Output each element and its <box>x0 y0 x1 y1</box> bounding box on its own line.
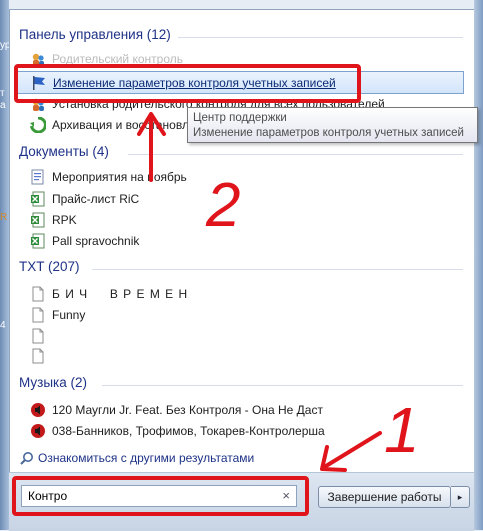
tooltip: Центр поддержки Изменение параметров кон… <box>187 107 478 143</box>
excel-icon <box>30 191 46 207</box>
result-item-document[interactable]: Прайс-лист RiC <box>16 189 464 209</box>
clear-search-icon[interactable]: × <box>282 488 290 503</box>
search-input-value: Контро <box>28 489 68 503</box>
result-item-label: RPK <box>52 213 77 227</box>
text-file-icon <box>30 307 46 323</box>
see-more-results-label: Ознакомиться с другими результатами <box>38 451 255 465</box>
background-fragment: R <box>0 212 8 223</box>
audio-file-icon <box>30 402 46 418</box>
result-item-label: 038-Банников, Трофимов, Токарев-Контроле… <box>52 424 325 438</box>
result-item-label: Pall spravochnik <box>52 234 140 248</box>
result-item-label: Прайс-лист RiC <box>52 192 140 206</box>
shutdown-options-button[interactable]: ▸ <box>451 486 470 508</box>
group-divider <box>178 37 463 38</box>
result-item-label: Мероприятия на ноябрь <box>52 170 187 184</box>
result-item-text-file[interactable]: Б И Ч В Р Е М Е Н <box>16 284 464 304</box>
shutdown-label: Завершение работы <box>327 490 442 504</box>
result-item-parental-control[interactable]: Родительский контроль <box>16 49 464 69</box>
result-item-audio-file[interactable]: 038-Банников, Трофимов, Токарев-Контроле… <box>16 421 464 441</box>
result-item-document[interactable]: Pall spravochnik <box>16 231 464 251</box>
result-item-audio-file[interactable]: 120 Маугли Jr. Feat. Без Контроля - Она … <box>16 400 464 420</box>
backup-icon <box>30 117 46 133</box>
text-file-icon <box>30 328 46 344</box>
result-item-document[interactable]: Мероприятия на ноябрь <box>16 167 464 187</box>
start-menu-right-frame <box>474 0 483 530</box>
result-item-label: 120 Маугли Jr. Feat. Без Контроля - Она … <box>52 403 323 417</box>
audio-file-icon <box>30 423 46 439</box>
result-item-text-file[interactable] <box>16 326 464 346</box>
group-title-control-panel: Панель управления (12) <box>19 27 171 42</box>
search-input[interactable]: Контро × <box>21 485 297 507</box>
background-fragment: ур <box>0 40 9 51</box>
group-divider <box>102 385 463 386</box>
uac-flag-icon <box>31 75 47 91</box>
tooltip-title: Центр поддержки <box>193 112 287 124</box>
group-title-txt: TXT (207) <box>19 259 80 274</box>
excel-icon <box>30 212 46 228</box>
result-item-label: Изменение параметров контроля учетных за… <box>53 75 336 90</box>
result-item-text-file[interactable]: Funny <box>16 305 464 325</box>
background-fragment: 4 <box>0 320 6 331</box>
background-fragment: а <box>0 100 6 111</box>
tooltip-description: Изменение параметров контроля учетных за… <box>193 127 464 139</box>
group-title-music: Музыка (2) <box>19 375 88 390</box>
excel-icon <box>30 233 46 249</box>
group-divider <box>92 269 463 270</box>
group-divider <box>128 154 463 155</box>
group-title-documents: Документы (4) <box>19 144 109 159</box>
result-item-text-file[interactable] <box>16 346 464 366</box>
background-window-edge <box>0 0 9 530</box>
result-item-label: Funny <box>52 308 86 322</box>
word-doc-icon <box>30 169 46 185</box>
text-file-icon <box>30 286 46 302</box>
search-icon <box>20 451 34 465</box>
result-item-uac-settings[interactable]: Изменение параметров контроля учетных за… <box>16 71 464 94</box>
background-fragment: т <box>0 88 5 99</box>
see-more-results-link[interactable]: Ознакомиться с другими результатами <box>20 451 254 465</box>
chevron-right-icon: ▸ <box>457 491 463 502</box>
result-item-label: Родительский контроль <box>52 52 183 66</box>
result-item-label: Б И Ч В Р Е М Е Н <box>52 287 189 301</box>
parental-control-icon <box>30 96 46 112</box>
shutdown-button[interactable]: Завершение работы <box>318 486 451 508</box>
parental-control-icon <box>30 51 46 67</box>
result-item-document[interactable]: RPK <box>16 210 464 230</box>
text-file-icon <box>30 348 46 364</box>
